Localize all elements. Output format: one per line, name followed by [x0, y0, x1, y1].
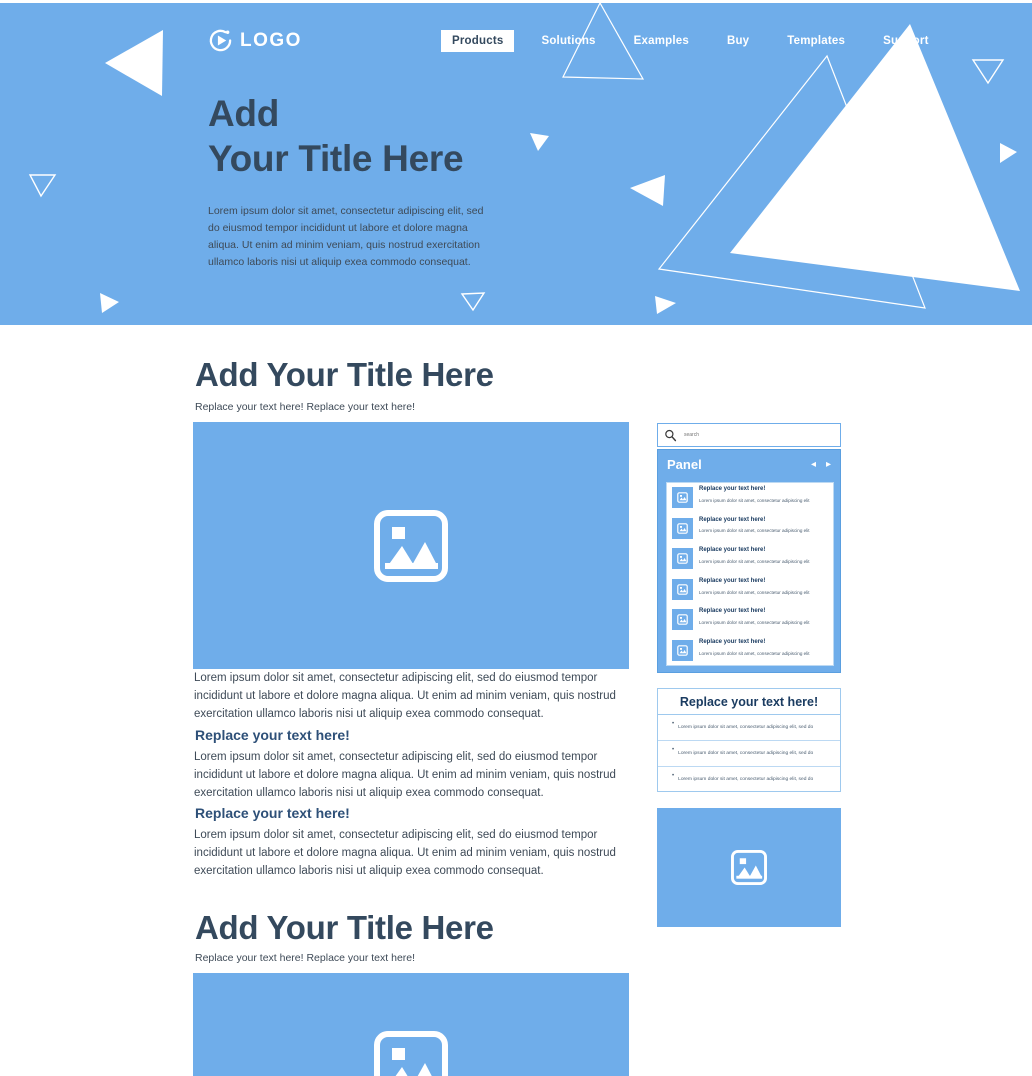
- nav-item-buy[interactable]: Buy: [727, 30, 749, 52]
- bullet-row: • Lorem ipsum dolor sit amet, consectetu…: [658, 767, 840, 793]
- bullet-text: Lorem ipsum dolor sit amet, consectetur …: [678, 724, 814, 730]
- section1-paragraph-3: Lorem ipsum dolor sit amet, consectetur …: [194, 829, 616, 877]
- image-placeholder-icon: [677, 553, 688, 564]
- list-item[interactable]: Replace your text here! Lorem ipsum dolo…: [667, 483, 833, 514]
- nav-item-templates[interactable]: Templates: [787, 30, 845, 52]
- navbar: LOGO Products Solutions Examples Buy Tem…: [0, 3, 1032, 73]
- panel-title: Panel: [667, 457, 702, 472]
- list-item[interactable]: Replace your text here! Lorem ipsum dolo…: [667, 605, 833, 636]
- list-item-desc: Lorem ipsum dolor sit amet, consectetur …: [699, 620, 810, 626]
- section2-image-placeholder[interactable]: [193, 973, 629, 1076]
- image-placeholder-icon: [374, 1030, 448, 1076]
- list-item-desc: Lorem ipsum dolor sit amet, consectetur …: [699, 497, 810, 503]
- section2-subtitle: Replace your text here! Replace your tex…: [195, 952, 416, 964]
- list-item-thumbnail: [672, 517, 693, 539]
- hero-banner: LOGO Products Solutions Examples Buy Tem…: [0, 3, 1032, 325]
- list-item-text: Replace your text here! Lorem ipsum dolo…: [699, 516, 828, 535]
- chevron-right-icon[interactable]: ▸: [826, 459, 831, 470]
- list-item-title: Replace your text here!: [699, 547, 766, 554]
- logo-text: LOGO: [240, 29, 302, 51]
- list-item[interactable]: Replace your text here! Lorem ipsum dolo…: [667, 514, 833, 545]
- image-placeholder-icon: [677, 614, 688, 626]
- list-item-text: Replace your text here! Lorem ipsum dolo…: [699, 577, 828, 596]
- list-item-text: Replace your text here! Lorem ipsum dolo…: [699, 607, 828, 626]
- section1-subtitle: Replace your text here! Replace your tex…: [195, 401, 416, 413]
- bullet-row: • Lorem ipsum dolor sit amet, consectetu…: [658, 715, 840, 741]
- list-item-desc: Lorem ipsum dolor sit amet, consectetur …: [699, 650, 810, 656]
- nav-item-support[interactable]: Support: [883, 30, 928, 52]
- nav-item-examples[interactable]: Examples: [634, 30, 689, 52]
- hero-paragraph: Lorem ipsum dolor sit amet, consectetur …: [208, 205, 484, 269]
- bullet-dot-icon: •: [672, 721, 675, 727]
- list-item-thumbnail: [672, 487, 693, 508]
- sidebar-image-placeholder[interactable]: [657, 808, 841, 927]
- list-item-thumbnail: [672, 548, 693, 570]
- list-item-text: Replace your text here! Lorem ipsum dolo…: [699, 485, 828, 504]
- list-item-desc: Lorem ipsum dolor sit amet, consectetur …: [699, 589, 810, 595]
- list-item-desc: Lorem ipsum dolor sit amet, consectetur …: [699, 528, 810, 534]
- list-item-title: Replace your text here!: [699, 577, 766, 584]
- search-icon: [665, 429, 677, 441]
- logo[interactable]: LOGO: [208, 28, 302, 53]
- panel-widget: Panel ◂ ▸ Replace your text here! Lorem …: [657, 449, 841, 673]
- list-item[interactable]: Replace your text here! Lorem ipsum dolo…: [667, 544, 833, 575]
- page-root: LOGO Products Solutions Examples Buy Tem…: [0, 0, 1032, 1076]
- nav-menu: Products Solutions Examples Buy Template…: [441, 30, 929, 52]
- list-item[interactable]: Replace your text here! Lorem ipsum dolo…: [667, 575, 833, 606]
- list-item-text: Replace your text here! Lorem ipsum dolo…: [699, 638, 828, 657]
- bullet-text: Lorem ipsum dolor sit amet, consectetur …: [678, 777, 814, 783]
- hero-title-line1: Add: [208, 93, 280, 134]
- bullet-row: • Lorem ipsum dolor sit amet, consectetu…: [658, 741, 840, 767]
- list-item-desc: Lorem ipsum dolor sit amet, consectetur …: [699, 558, 810, 564]
- nav-item-products[interactable]: Products: [441, 30, 515, 52]
- bullet-list-heading: Replace your text here!: [679, 694, 819, 709]
- bullet-text: Lorem ipsum dolor sit amet, consectetur …: [678, 750, 814, 756]
- image-placeholder-icon: [677, 645, 688, 656]
- image-placeholder-icon: [677, 522, 688, 534]
- section2-title: Add Your Title Here: [195, 909, 494, 946]
- hero-title: Add Your Title Here: [208, 91, 628, 181]
- section1-image-placeholder[interactable]: [193, 422, 629, 669]
- hero-title-line2: Your Title Here: [208, 138, 464, 180]
- image-placeholder-icon: [677, 492, 688, 503]
- section1-paragraph-1: Lorem ipsum dolor sit amet, consectetur …: [194, 672, 616, 720]
- panel-list[interactable]: Replace your text here! Lorem ipsum dolo…: [666, 482, 834, 666]
- bullet-dot-icon: •: [672, 773, 675, 779]
- hero-content: Add Your Title Here Lorem ipsum dolor si…: [208, 91, 628, 271]
- bullet-list-card: Replace your text here! • Lorem ipsum do…: [657, 688, 841, 792]
- search-input[interactable]: [684, 432, 804, 438]
- list-item-text: Replace your text here! Lorem ipsum dolo…: [699, 546, 828, 565]
- list-item-thumbnail: [672, 578, 693, 600]
- list-item-title: Replace your text here!: [699, 638, 766, 645]
- section1-paragraph-2: Lorem ipsum dolor sit amet, consectetur …: [194, 751, 616, 799]
- list-item-title: Replace your text here!: [699, 516, 766, 523]
- bullet-dot-icon: •: [672, 747, 675, 753]
- image-placeholder-icon: [374, 509, 448, 582]
- list-item-title: Replace your text here!: [699, 486, 766, 492]
- bullet-list-header: Replace your text here!: [658, 689, 840, 715]
- image-placeholder-icon: [677, 583, 688, 595]
- search-bar[interactable]: [657, 423, 841, 447]
- nav-item-solutions[interactable]: Solutions: [541, 30, 595, 52]
- play-circle-icon: [209, 29, 232, 52]
- section1-subheading-1: Replace your text here!: [195, 727, 350, 743]
- list-item[interactable]: Replace your text here! Lorem ipsum dolo…: [667, 636, 833, 665]
- image-placeholder-icon: [731, 850, 767, 885]
- list-item-thumbnail: [672, 639, 693, 661]
- chevron-left-icon[interactable]: ◂: [811, 459, 816, 470]
- list-item-title: Replace your text here!: [699, 608, 766, 615]
- panel-header: Panel ◂ ▸: [658, 450, 840, 479]
- list-item-thumbnail: [672, 609, 693, 631]
- section1-subheading-2: Replace your text here!: [195, 805, 350, 821]
- section1-title: Add Your Title Here: [195, 356, 494, 393]
